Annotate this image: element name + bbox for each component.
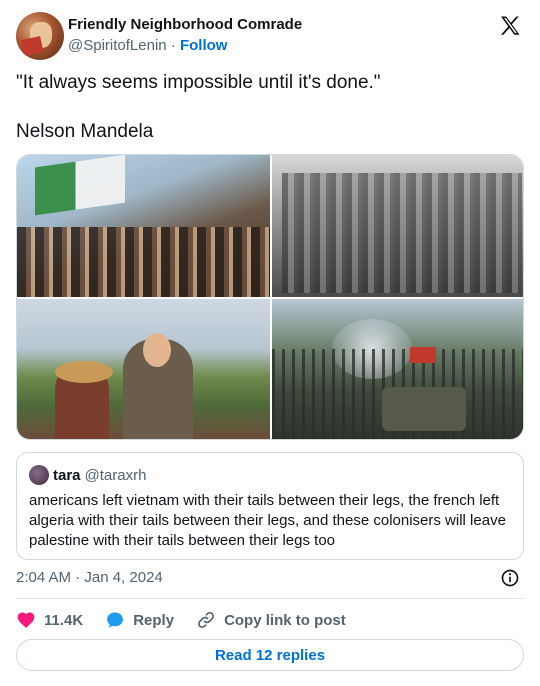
timestamp[interactable]: 2:04 AM · Jan 4, 2024 [16,569,163,586]
tweet-quote-line: "It always seems impossible until it's d… [16,72,381,93]
avatar-book [20,36,44,56]
man-head [143,333,171,367]
media-grid [16,154,524,440]
red-flag [410,347,436,363]
x-logo-icon[interactable] [498,14,522,38]
media-image-4[interactable] [272,299,523,439]
like-button[interactable]: 11.4K [16,610,83,630]
like-count: 11.4K [44,611,84,629]
quoted-name: tara [53,466,81,484]
tank-shape [382,387,466,431]
tweet-text: "It always seems impossible until it's d… [16,70,524,144]
reply-label: Reply [133,611,175,629]
heart-icon [17,612,35,628]
marchers-shape [282,173,522,293]
author-avatar[interactable] [16,12,64,60]
quoted-tweet[interactable]: tara @taraxrh americans left vietnam wit… [16,452,524,560]
quoted-handle: @taraxrh [84,466,147,484]
read-replies-button[interactable]: Read 12 replies [16,639,524,671]
quoted-header: tara @taraxrh [29,465,511,485]
link-icon [198,612,215,628]
tweet-meta: 2:04 AM · Jan 4, 2024 [16,568,524,588]
media-image-3[interactable] [17,299,270,439]
action-bar: 11.4K Reply Copy link to post [16,608,524,632]
flag-shape [35,155,125,216]
quoted-avatar [29,465,49,485]
crowd-shape [17,227,270,297]
author-handle[interactable]: @SpiritofLenin [68,37,167,54]
tweet-attribution-line: Nelson Mandela [16,121,154,142]
follow-button[interactable]: Follow [180,37,228,54]
author-display-name[interactable]: Friendly Neighborhood Comrade [68,16,302,34]
reply-button[interactable]: Reply [105,610,174,630]
author-handle-line: @SpiritofLenin · Follow [68,36,302,56]
media-image-2[interactable] [272,155,523,297]
author-name-block: Friendly Neighborhood Comrade @SpiritofL… [68,16,302,56]
speech-bubble-icon [107,612,124,628]
quoted-text: americans left vietnam with their tails … [29,492,506,549]
divider [16,598,524,599]
separator-dot: · [170,37,176,54]
copy-link-button[interactable]: Copy link to post [196,610,346,630]
tweet-header: Friendly Neighborhood Comrade @SpiritofL… [16,12,524,60]
media-image-1[interactable] [17,155,270,297]
copy-link-label: Copy link to post [224,611,346,629]
info-icon[interactable] [500,568,520,588]
straw-hat [55,361,113,383]
